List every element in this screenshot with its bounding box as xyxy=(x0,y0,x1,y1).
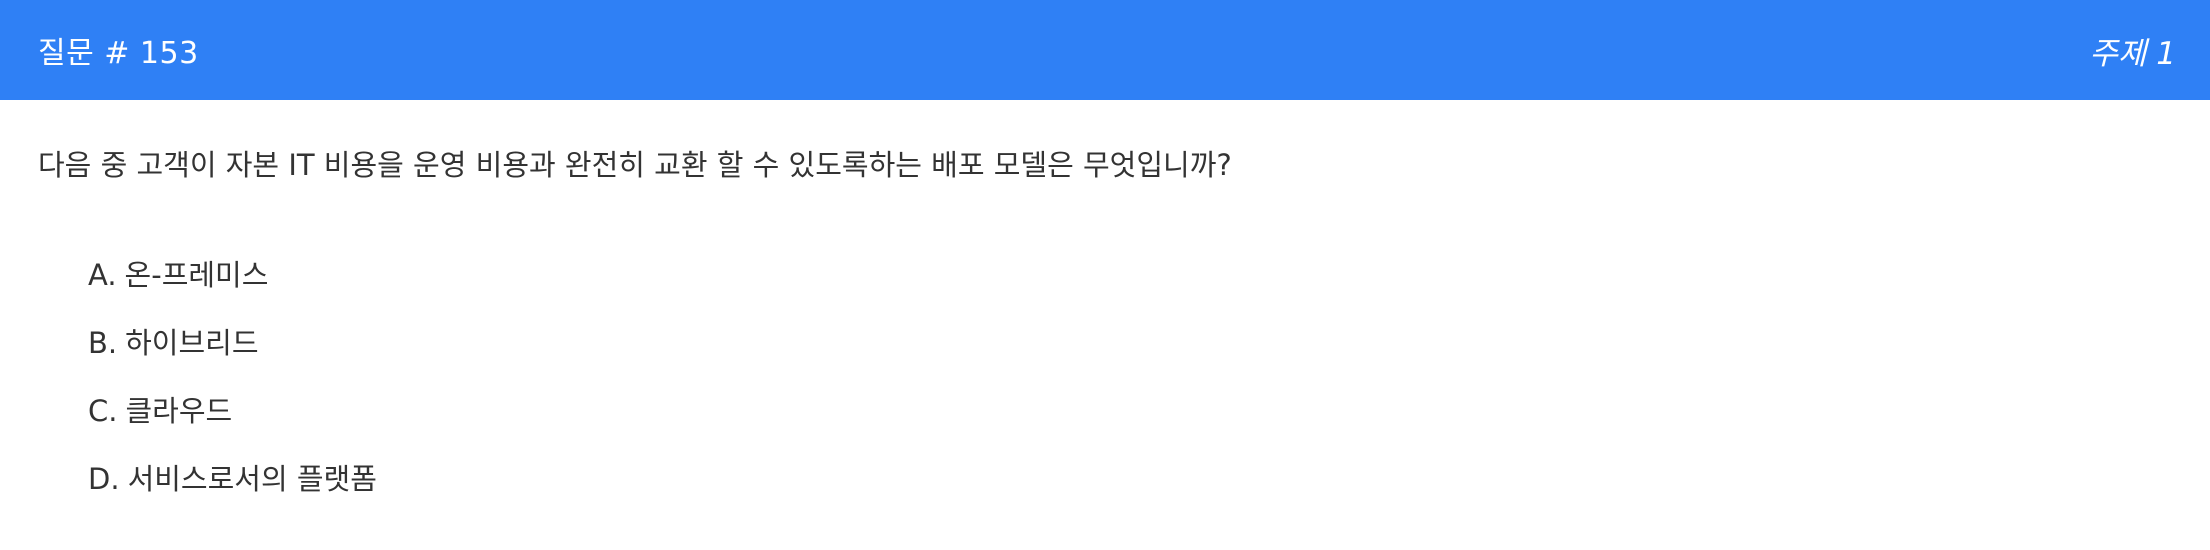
option-b[interactable]: B. 하이브리드 xyxy=(88,322,377,390)
option-d[interactable]: D. 서비스로서의 플랫폼 xyxy=(88,458,377,526)
option-a[interactable]: A. 온-프레미스 xyxy=(88,254,377,322)
answer-options: A. 온-프레미스 B. 하이브리드 C. 클라우드 D. 서비스로서의 플랫폼 xyxy=(88,254,377,526)
option-letter: D. xyxy=(88,462,120,496)
question-text: 다음 중 고객이 자본 IT 비용을 운영 비용과 완전히 교환 할 수 있도록… xyxy=(38,148,1232,182)
question-page: 질문 # 153 주제 1 다음 중 고객이 자본 IT 비용을 운영 비용과 … xyxy=(0,0,2210,550)
option-text: 온-프레미스 xyxy=(124,258,269,292)
option-text: 하이브리드 xyxy=(125,326,259,360)
question-header: 질문 # 153 주제 1 xyxy=(0,0,2210,100)
option-text: 서비스로서의 플랫폼 xyxy=(127,462,377,496)
option-letter: A. xyxy=(88,258,117,292)
option-letter: B. xyxy=(88,326,118,360)
option-letter: C. xyxy=(88,394,118,428)
option-c[interactable]: C. 클라우드 xyxy=(88,390,377,458)
option-text: 클라우드 xyxy=(125,394,233,428)
topic-label: 주제 1 xyxy=(2089,35,2176,72)
question-number: 질문 # 153 xyxy=(38,36,199,71)
